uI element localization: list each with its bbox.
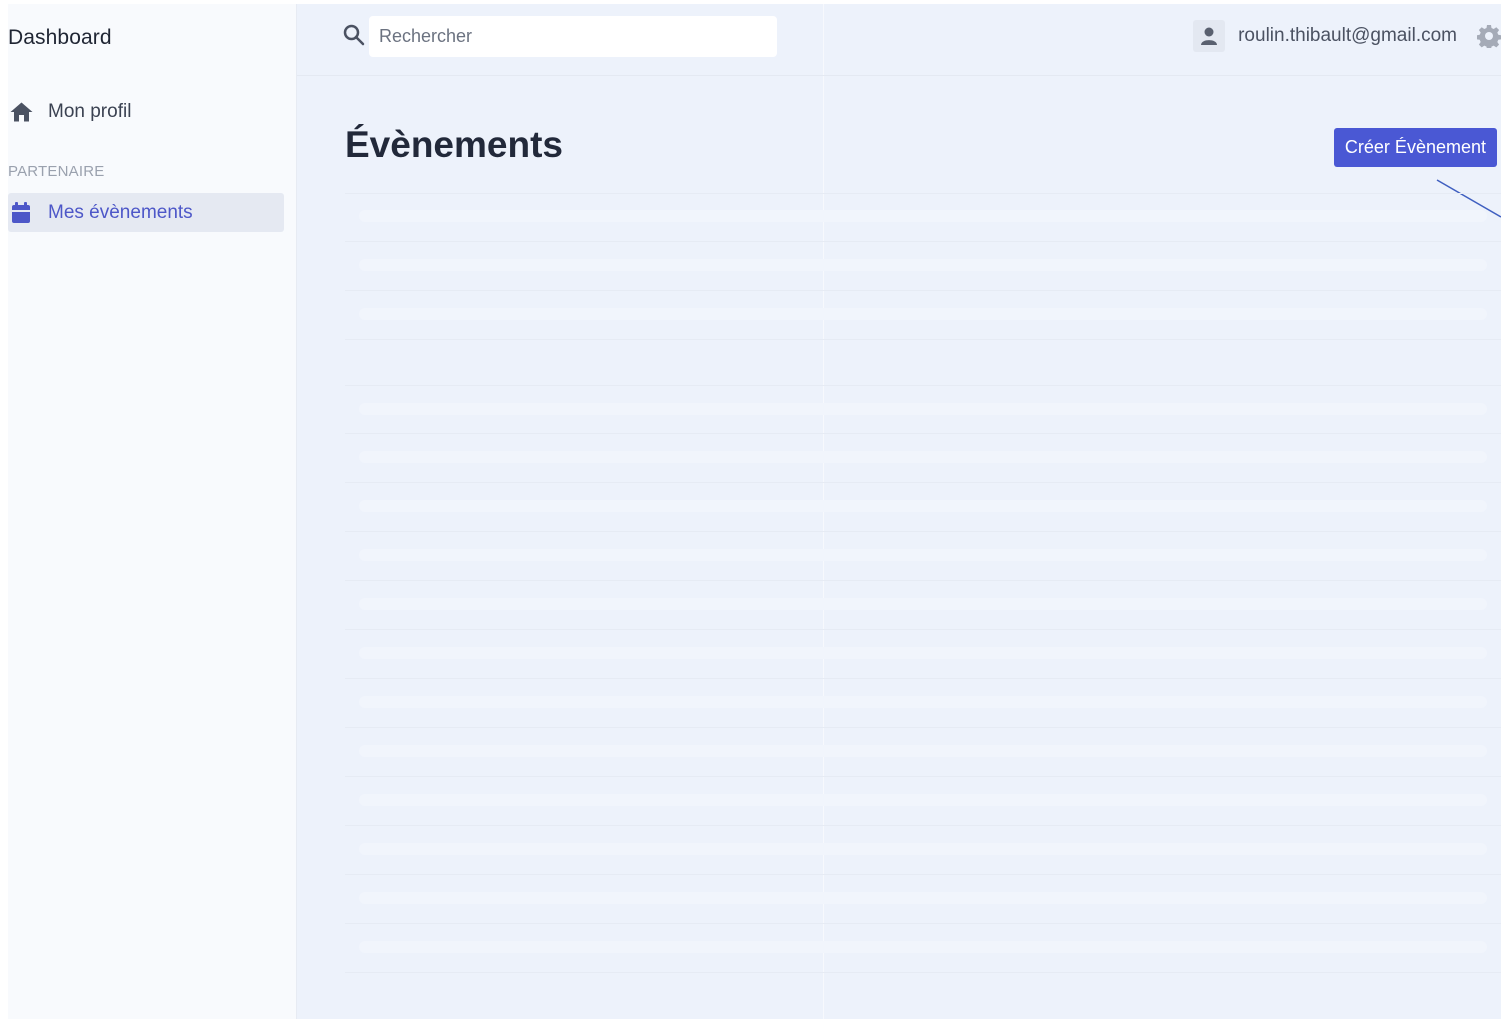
table-row: [345, 193, 1501, 242]
table-row: [345, 875, 1501, 924]
app-shell: Dashboard Mon profil PARTENAIRE Mes évèn…: [8, 4, 1501, 1019]
user-icon: [1201, 27, 1217, 45]
topbar: roulin.thibault@gmail.com: [297, 4, 1501, 76]
table-row: [345, 532, 1501, 581]
sidebar-item-label: Mes évènements: [48, 201, 193, 223]
home-icon: [8, 99, 34, 125]
table-row: [345, 630, 1501, 679]
table-row: [345, 777, 1501, 826]
settings-icon[interactable]: [1476, 24, 1501, 50]
table-row: [345, 728, 1501, 777]
main-content: roulin.thibault@gmail.com Évènements Cré…: [297, 4, 1501, 1019]
table-row: [345, 679, 1501, 728]
search-input[interactable]: [369, 16, 777, 57]
table-row: [345, 291, 1501, 340]
table-row: [345, 924, 1501, 973]
page-title: Évènements: [345, 124, 563, 165]
sidebar-item-mon-profil[interactable]: Mon profil: [8, 92, 284, 131]
table-row: [345, 385, 1501, 434]
table-row: [345, 434, 1501, 483]
user-avatar[interactable]: [1193, 20, 1225, 52]
create-event-button[interactable]: Créer Évènement: [1333, 128, 1497, 167]
user-email[interactable]: roulin.thibault@gmail.com: [1238, 25, 1457, 47]
sidebar-item-label: Mon profil: [48, 100, 132, 122]
search-icon: [343, 24, 365, 46]
table-row: [345, 242, 1501, 291]
table-row: [345, 483, 1501, 532]
sidebar: Dashboard Mon profil PARTENAIRE Mes évèn…: [8, 4, 297, 1019]
calendar-icon: [8, 200, 34, 226]
brand-title: Dashboard: [8, 26, 112, 49]
sidebar-section-title: PARTENAIRE: [8, 163, 105, 180]
sidebar-item-mes-evenements[interactable]: Mes évènements: [8, 193, 284, 232]
table-row: [345, 826, 1501, 875]
table-row: [345, 581, 1501, 630]
